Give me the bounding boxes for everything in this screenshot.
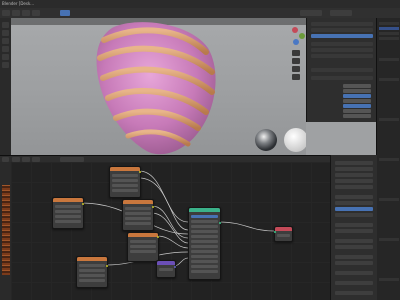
node-field[interactable] <box>130 240 156 243</box>
node-field[interactable] <box>191 235 218 238</box>
color-socket[interactable] <box>157 236 159 238</box>
sidebar-row[interactable] <box>335 271 373 275</box>
node-field[interactable] <box>112 179 138 182</box>
node-sidebar <box>330 155 377 300</box>
shader-socket[interactable] <box>219 222 221 224</box>
sidebar-row[interactable] <box>335 161 373 165</box>
node-field[interactable] <box>191 245 218 248</box>
node-header[interactable] <box>275 227 292 231</box>
node-field[interactable] <box>191 260 218 263</box>
node-field[interactable] <box>112 174 138 177</box>
vector-socket[interactable] <box>174 266 176 268</box>
sidebar-row[interactable] <box>335 223 373 227</box>
node-field[interactable] <box>277 234 290 237</box>
sidebar-row[interactable] <box>335 179 373 183</box>
node-field[interactable] <box>191 215 218 218</box>
sidebar-row[interactable] <box>335 255 373 259</box>
node-field[interactable] <box>112 184 138 187</box>
sidebar-row[interactable] <box>335 281 373 285</box>
sidebar-row[interactable] <box>335 245 373 249</box>
node-field[interactable] <box>159 268 173 271</box>
sidebar-row[interactable] <box>335 195 373 199</box>
node-field[interactable] <box>125 212 151 215</box>
node-field[interactable] <box>191 220 218 223</box>
sidebar-row[interactable] <box>335 239 373 243</box>
node-field[interactable] <box>55 205 81 208</box>
node-field[interactable] <box>191 270 218 273</box>
principled-bsdf-node[interactable] <box>188 207 221 280</box>
node-field[interactable] <box>79 264 105 267</box>
mapping-node[interactable] <box>156 260 176 278</box>
node-field[interactable] <box>79 269 105 272</box>
sidebar-row[interactable] <box>335 173 373 177</box>
node-field[interactable] <box>125 217 151 220</box>
color-socket[interactable] <box>139 171 141 173</box>
node-header[interactable] <box>110 167 140 171</box>
sidebar-row[interactable] <box>335 291 373 295</box>
sidebar-row[interactable] <box>335 201 373 205</box>
image-texture-node[interactable] <box>122 199 154 231</box>
sidebar-row[interactable] <box>335 167 373 171</box>
node-field[interactable] <box>55 210 81 213</box>
image-texture-node[interactable] <box>76 256 108 288</box>
node-field[interactable] <box>55 220 81 223</box>
node-header[interactable] <box>157 261 175 265</box>
shader-socket[interactable] <box>274 231 276 233</box>
node-field[interactable] <box>79 274 105 277</box>
node-field[interactable] <box>191 250 218 253</box>
sidebar-row[interactable] <box>335 185 373 189</box>
node-header[interactable] <box>189 208 220 212</box>
sidebar-row[interactable] <box>335 229 373 233</box>
node-header[interactable] <box>123 200 153 204</box>
material-output-node[interactable] <box>274 226 293 242</box>
node-field[interactable] <box>125 222 151 225</box>
node-field[interactable] <box>79 279 105 282</box>
node-field[interactable] <box>130 250 156 253</box>
color-socket[interactable] <box>106 265 108 267</box>
sidebar-row[interactable] <box>335 213 373 217</box>
node-field[interactable] <box>125 207 151 210</box>
color-socket[interactable] <box>82 203 84 205</box>
image-texture-node[interactable] <box>127 232 159 262</box>
image-texture-node[interactable] <box>109 166 141 198</box>
node-header[interactable] <box>77 257 107 261</box>
node-field[interactable] <box>55 215 81 218</box>
node-field[interactable] <box>130 245 156 248</box>
node-field[interactable] <box>191 265 218 268</box>
node-field[interactable] <box>191 255 218 258</box>
node-field[interactable] <box>191 225 218 228</box>
node-header[interactable] <box>128 233 158 237</box>
color-socket[interactable] <box>152 206 154 208</box>
node-header[interactable] <box>53 198 83 202</box>
sidebar-row[interactable] <box>335 261 373 265</box>
node-field[interactable] <box>112 189 138 192</box>
node-field[interactable] <box>191 230 218 233</box>
image-texture-node[interactable] <box>52 197 84 229</box>
node-field[interactable] <box>191 240 218 243</box>
sidebar-row-selected[interactable] <box>335 207 373 211</box>
